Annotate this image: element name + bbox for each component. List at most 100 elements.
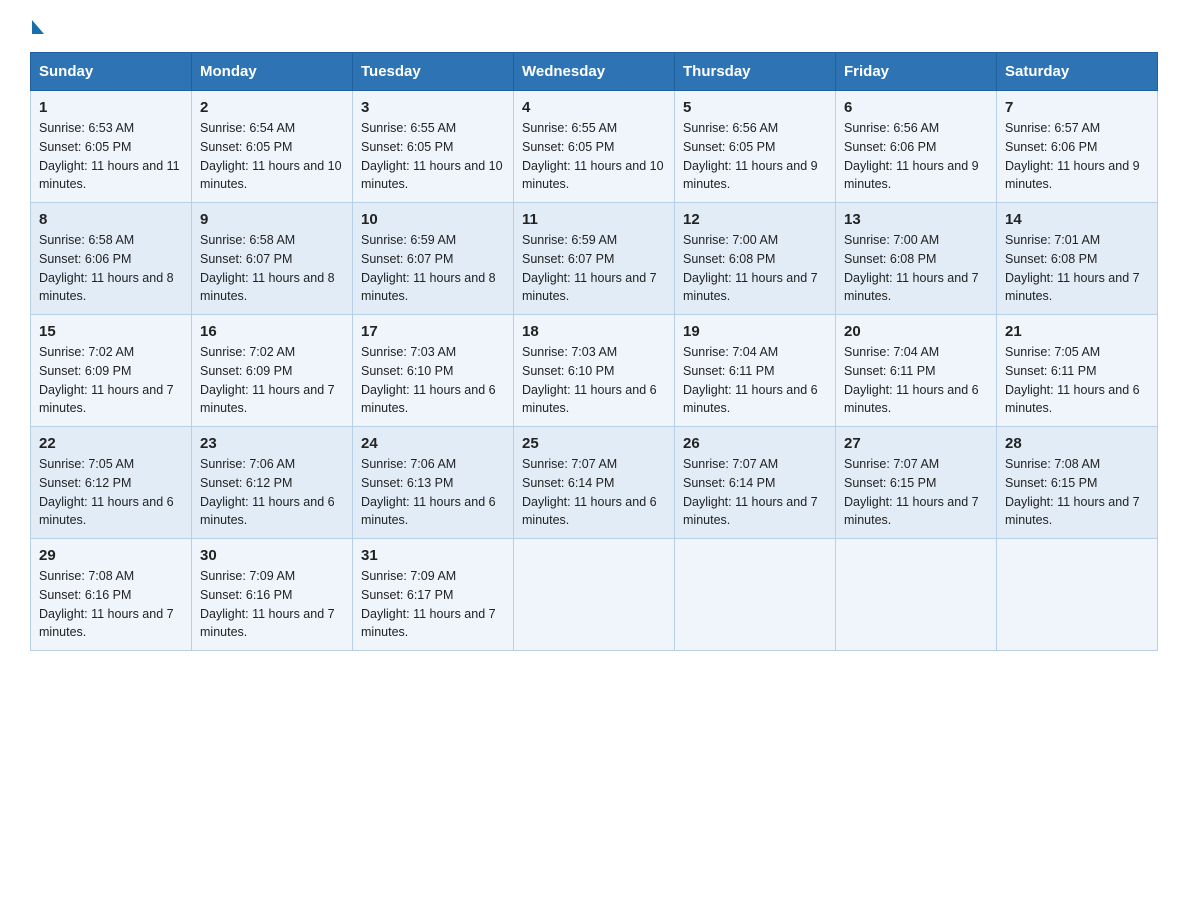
sunrise-label: Sunrise: 7:01 AM [1005, 233, 1100, 247]
day-info: Sunrise: 7:08 AM Sunset: 6:15 PM Dayligh… [1005, 455, 1149, 530]
day-number: 4 [522, 99, 666, 116]
sunset-label: Sunset: 6:09 PM [200, 364, 292, 378]
day-number: 27 [844, 435, 988, 452]
day-info: Sunrise: 7:09 AM Sunset: 6:17 PM Dayligh… [361, 567, 505, 642]
sunset-label: Sunset: 6:12 PM [200, 476, 292, 490]
day-info: Sunrise: 6:56 AM Sunset: 6:05 PM Dayligh… [683, 119, 827, 194]
day-number: 11 [522, 211, 666, 228]
sunset-label: Sunset: 6:08 PM [683, 252, 775, 266]
sunset-label: Sunset: 6:08 PM [844, 252, 936, 266]
daylight-label: Daylight: 11 hours and 11 minutes. [39, 159, 180, 192]
daylight-label: Daylight: 11 hours and 6 minutes. [200, 495, 335, 528]
sunrise-label: Sunrise: 7:08 AM [39, 569, 134, 583]
sunset-label: Sunset: 6:06 PM [844, 140, 936, 154]
sunset-label: Sunset: 6:17 PM [361, 588, 453, 602]
day-info: Sunrise: 6:58 AM Sunset: 6:06 PM Dayligh… [39, 231, 183, 306]
calendar-cell: 7 Sunrise: 6:57 AM Sunset: 6:06 PM Dayli… [997, 91, 1158, 203]
day-number: 16 [200, 323, 344, 340]
day-info: Sunrise: 6:55 AM Sunset: 6:05 PM Dayligh… [522, 119, 666, 194]
sunrise-label: Sunrise: 7:06 AM [200, 457, 295, 471]
calendar-cell: 25 Sunrise: 7:07 AM Sunset: 6:14 PM Dayl… [514, 427, 675, 539]
sunset-label: Sunset: 6:13 PM [361, 476, 453, 490]
day-number: 18 [522, 323, 666, 340]
day-number: 23 [200, 435, 344, 452]
day-number: 26 [683, 435, 827, 452]
weekday-header-monday: Monday [192, 53, 353, 91]
day-number: 12 [683, 211, 827, 228]
calendar-cell: 31 Sunrise: 7:09 AM Sunset: 6:17 PM Dayl… [353, 539, 514, 651]
sunset-label: Sunset: 6:05 PM [200, 140, 292, 154]
sunset-label: Sunset: 6:11 PM [683, 364, 775, 378]
calendar-body: 1 Sunrise: 6:53 AM Sunset: 6:05 PM Dayli… [31, 91, 1158, 651]
sunset-label: Sunset: 6:15 PM [844, 476, 936, 490]
calendar-cell: 22 Sunrise: 7:05 AM Sunset: 6:12 PM Dayl… [31, 427, 192, 539]
sunrise-label: Sunrise: 7:06 AM [361, 457, 456, 471]
day-info: Sunrise: 7:05 AM Sunset: 6:12 PM Dayligh… [39, 455, 183, 530]
day-info: Sunrise: 7:07 AM Sunset: 6:15 PM Dayligh… [844, 455, 988, 530]
day-info: Sunrise: 7:01 AM Sunset: 6:08 PM Dayligh… [1005, 231, 1149, 306]
sunset-label: Sunset: 6:12 PM [39, 476, 131, 490]
sunset-label: Sunset: 6:06 PM [39, 252, 131, 266]
day-info: Sunrise: 7:05 AM Sunset: 6:11 PM Dayligh… [1005, 343, 1149, 418]
calendar-week-row: 22 Sunrise: 7:05 AM Sunset: 6:12 PM Dayl… [31, 427, 1158, 539]
sunset-label: Sunset: 6:07 PM [200, 252, 292, 266]
day-info: Sunrise: 7:09 AM Sunset: 6:16 PM Dayligh… [200, 567, 344, 642]
sunset-label: Sunset: 6:05 PM [683, 140, 775, 154]
sunset-label: Sunset: 6:07 PM [522, 252, 614, 266]
calendar-cell: 1 Sunrise: 6:53 AM Sunset: 6:05 PM Dayli… [31, 91, 192, 203]
day-info: Sunrise: 7:02 AM Sunset: 6:09 PM Dayligh… [39, 343, 183, 418]
calendar-cell: 11 Sunrise: 6:59 AM Sunset: 6:07 PM Dayl… [514, 203, 675, 315]
day-info: Sunrise: 7:03 AM Sunset: 6:10 PM Dayligh… [361, 343, 505, 418]
daylight-label: Daylight: 11 hours and 6 minutes. [522, 383, 657, 416]
sunset-label: Sunset: 6:07 PM [361, 252, 453, 266]
sunrise-label: Sunrise: 7:05 AM [39, 457, 134, 471]
calendar-cell: 10 Sunrise: 6:59 AM Sunset: 6:07 PM Dayl… [353, 203, 514, 315]
sunrise-label: Sunrise: 7:09 AM [361, 569, 456, 583]
daylight-label: Daylight: 11 hours and 7 minutes. [522, 271, 657, 304]
daylight-label: Daylight: 11 hours and 7 minutes. [683, 271, 818, 304]
day-number: 7 [1005, 99, 1149, 116]
calendar-cell: 3 Sunrise: 6:55 AM Sunset: 6:05 PM Dayli… [353, 91, 514, 203]
day-number: 19 [683, 323, 827, 340]
calendar-header: SundayMondayTuesdayWednesdayThursdayFrid… [31, 53, 1158, 91]
sunrise-label: Sunrise: 7:07 AM [522, 457, 617, 471]
day-number: 2 [200, 99, 344, 116]
sunrise-label: Sunrise: 7:08 AM [1005, 457, 1100, 471]
day-number: 25 [522, 435, 666, 452]
day-info: Sunrise: 7:07 AM Sunset: 6:14 PM Dayligh… [522, 455, 666, 530]
sunset-label: Sunset: 6:11 PM [844, 364, 936, 378]
sunset-label: Sunset: 6:16 PM [200, 588, 292, 602]
calendar-cell: 18 Sunrise: 7:03 AM Sunset: 6:10 PM Dayl… [514, 315, 675, 427]
calendar-cell: 9 Sunrise: 6:58 AM Sunset: 6:07 PM Dayli… [192, 203, 353, 315]
sunrise-label: Sunrise: 7:02 AM [39, 345, 134, 359]
day-number: 8 [39, 211, 183, 228]
day-number: 3 [361, 99, 505, 116]
sunset-label: Sunset: 6:06 PM [1005, 140, 1097, 154]
calendar-cell: 28 Sunrise: 7:08 AM Sunset: 6:15 PM Dayl… [997, 427, 1158, 539]
daylight-label: Daylight: 11 hours and 6 minutes. [683, 383, 818, 416]
sunrise-label: Sunrise: 6:58 AM [39, 233, 134, 247]
sunrise-label: Sunrise: 7:04 AM [683, 345, 778, 359]
calendar-week-row: 1 Sunrise: 6:53 AM Sunset: 6:05 PM Dayli… [31, 91, 1158, 203]
daylight-label: Daylight: 11 hours and 7 minutes. [844, 495, 979, 528]
sunset-label: Sunset: 6:10 PM [522, 364, 614, 378]
sunrise-label: Sunrise: 7:00 AM [844, 233, 939, 247]
day-info: Sunrise: 7:00 AM Sunset: 6:08 PM Dayligh… [683, 231, 827, 306]
day-number: 9 [200, 211, 344, 228]
calendar-cell: 21 Sunrise: 7:05 AM Sunset: 6:11 PM Dayl… [997, 315, 1158, 427]
day-number: 6 [844, 99, 988, 116]
daylight-label: Daylight: 11 hours and 6 minutes. [1005, 383, 1140, 416]
daylight-label: Daylight: 11 hours and 8 minutes. [200, 271, 335, 304]
weekday-header-friday: Friday [836, 53, 997, 91]
day-number: 14 [1005, 211, 1149, 228]
weekday-header-saturday: Saturday [997, 53, 1158, 91]
daylight-label: Daylight: 11 hours and 7 minutes. [683, 495, 818, 528]
sunset-label: Sunset: 6:05 PM [39, 140, 131, 154]
sunset-label: Sunset: 6:10 PM [361, 364, 453, 378]
daylight-label: Daylight: 11 hours and 6 minutes. [361, 495, 496, 528]
day-info: Sunrise: 7:06 AM Sunset: 6:12 PM Dayligh… [200, 455, 344, 530]
day-info: Sunrise: 6:57 AM Sunset: 6:06 PM Dayligh… [1005, 119, 1149, 194]
day-number: 30 [200, 547, 344, 564]
sunset-label: Sunset: 6:14 PM [522, 476, 614, 490]
sunrise-label: Sunrise: 6:57 AM [1005, 121, 1100, 135]
